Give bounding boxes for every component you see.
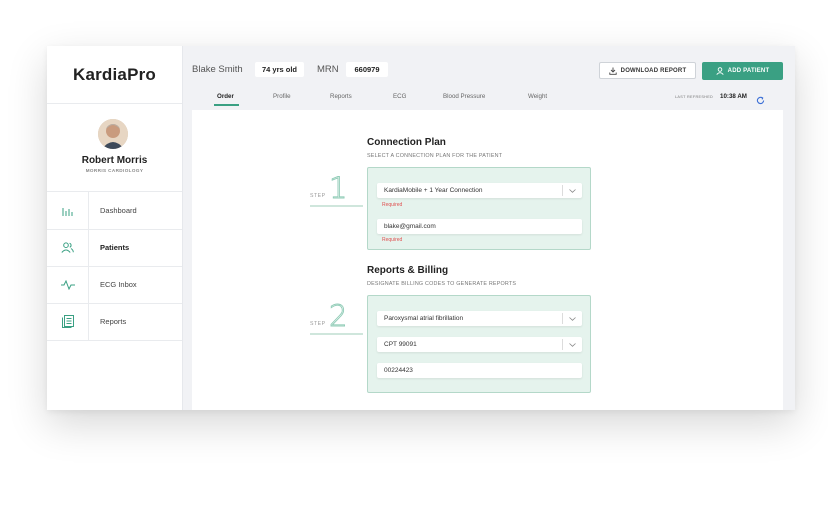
tab-profile[interactable]: Profile xyxy=(273,93,291,100)
user-add-icon xyxy=(716,67,724,75)
sidebar-item-patients[interactable]: Patients xyxy=(47,229,182,267)
email-value: blake@gmail.com xyxy=(384,223,436,230)
doctor-name: Robert Morris xyxy=(81,155,148,166)
connection-plan-panel: KardiaMobile + 1 Year Connection Require… xyxy=(367,167,591,250)
tab-blood-pressure[interactable]: Blood Pressure xyxy=(443,93,485,100)
avatar xyxy=(98,119,128,149)
chevron-down-icon xyxy=(562,185,582,196)
step-1-indicator: STEP 1 xyxy=(310,171,364,210)
plan-required-message: Required xyxy=(382,202,403,208)
tab-order[interactable]: Order xyxy=(217,93,234,100)
connection-plan-select[interactable]: KardiaMobile + 1 Year Connection xyxy=(377,183,582,198)
connection-plan-value: KardiaMobile + 1 Year Connection xyxy=(384,187,483,194)
sidebar-item-label: Reports xyxy=(100,317,127,326)
add-patient-label: ADD PATIENT xyxy=(727,68,770,74)
mrn-label: MRN xyxy=(317,64,339,75)
cpt-code-value: CPT 99091 xyxy=(384,341,417,348)
step-2-indicator: STEP 2 xyxy=(310,299,364,338)
sidebar-item-dashboard[interactable]: Dashboard xyxy=(47,192,182,230)
cpt-code-select[interactable]: CPT 99091 xyxy=(377,337,582,352)
sidebar-item-label: ECG Inbox xyxy=(100,280,137,289)
tab-reports[interactable]: Reports xyxy=(330,93,352,100)
step-underline xyxy=(310,205,363,207)
chevron-down-icon xyxy=(562,339,582,350)
heartbeat-icon xyxy=(47,266,89,303)
reports-billing-title: Reports & Billing xyxy=(367,265,449,276)
patient-age: 74 yrs old xyxy=(255,62,304,77)
download-report-label: DOWNLOAD REPORT xyxy=(620,67,687,74)
bar-chart-icon xyxy=(47,192,89,229)
add-patient-button[interactable]: ADD PATIENT xyxy=(702,62,783,80)
step-number: 2 xyxy=(329,299,348,333)
sidebar-item-label: Patients xyxy=(100,243,130,252)
sidebar-item-reports[interactable]: Reports xyxy=(47,303,182,341)
step-underline xyxy=(310,333,363,335)
sidebar-item-ecg-inbox[interactable]: ECG Inbox xyxy=(47,266,182,304)
doctor-org: MORRIS CARDIOLOGY xyxy=(85,168,144,173)
step-label: STEP xyxy=(310,193,326,199)
refresh-icon[interactable] xyxy=(756,92,765,105)
download-icon xyxy=(609,67,617,75)
email-required-message: Required xyxy=(382,237,403,243)
patient-mrn: 660979 xyxy=(346,62,388,77)
tab-weight[interactable]: Weight xyxy=(528,93,547,100)
step-label: STEP xyxy=(310,321,326,327)
diagnosis-value: Paroxysmal atrial fibrillation xyxy=(384,315,464,322)
sidebar: KardiaPro Robert Morris MORRIS CARDIOLOG… xyxy=(47,46,183,410)
reports-billing-panel: Paroxysmal atrial fibrillation CPT 99091… xyxy=(367,295,591,393)
diagnosis-select[interactable]: Paroxysmal atrial fibrillation xyxy=(377,311,582,326)
users-icon xyxy=(47,229,89,266)
doctor-profile: Robert Morris MORRIS CARDIOLOGY xyxy=(47,103,182,192)
last-refreshed-time: 10:38 AM xyxy=(720,93,747,100)
connection-plan-title: Connection Plan xyxy=(367,137,446,148)
patient-name: Blake Smith xyxy=(192,64,243,75)
tab-ecg[interactable]: ECG xyxy=(393,93,406,100)
active-tab-indicator xyxy=(214,104,239,106)
chevron-down-icon xyxy=(562,313,582,324)
document-icon xyxy=(47,303,89,340)
order-content: Connection Plan SELECT A CONNECTION PLAN… xyxy=(192,110,783,410)
connection-plan-subtitle: SELECT A CONNECTION PLAN FOR THE PATIENT xyxy=(367,153,503,159)
billing-code-value: 00224423 xyxy=(384,367,413,374)
sidebar-item-label: Dashboard xyxy=(100,206,137,215)
app-window: KardiaPro Robert Morris MORRIS CARDIOLOG… xyxy=(47,46,795,410)
step-number: 1 xyxy=(329,171,348,205)
billing-code-field[interactable]: 00224423 xyxy=(377,363,582,378)
reports-billing-subtitle: DESIGNATE BILLING CODES TO GENERATE REPO… xyxy=(367,281,517,287)
app-logo: KardiaPro xyxy=(47,46,182,104)
last-refreshed-label: LAST REFRESHED xyxy=(675,95,714,99)
email-field[interactable]: blake@gmail.com xyxy=(377,219,582,234)
download-report-button[interactable]: DOWNLOAD REPORT xyxy=(599,62,696,79)
